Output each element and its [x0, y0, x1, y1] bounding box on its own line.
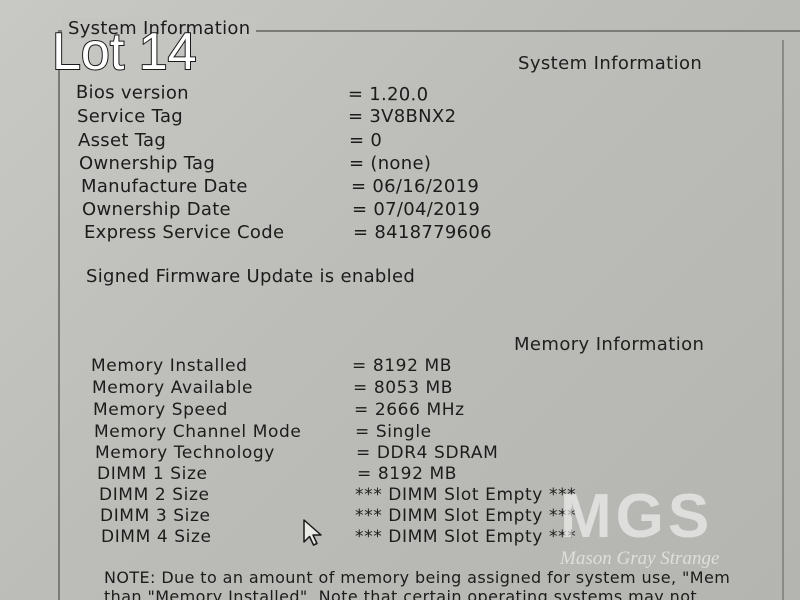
row-label: Ownership Tag: [79, 153, 216, 174]
row-label: Memory Installed: [91, 356, 248, 376]
watermark-name: Mason Gray Strange: [560, 548, 720, 569]
row-value: = 3V8BNX2: [348, 106, 457, 127]
row-value: = 8192 MB: [352, 356, 453, 376]
row-label: DIMM 3 Size: [100, 506, 211, 526]
group-box-right-border: [782, 40, 784, 600]
bios-screen: System Information System Information Bi…: [0, 0, 800, 600]
memory-note-line-1: NOTE: Due to an amount of memory being a…: [104, 568, 731, 587]
row-label: DIMM 1 Size: [97, 464, 208, 484]
row-value: = 2666 MHz: [354, 400, 465, 420]
row-value: = 06/16/2019: [351, 176, 480, 197]
watermark-logo: MGS: [560, 482, 714, 551]
row-value: *** DIMM Slot Empty ***: [355, 485, 577, 505]
system-info-title: System Information: [518, 53, 703, 74]
memory-info-title: Memory Information: [514, 334, 705, 355]
memory-note-line-2: than "Memory Installed". Note that certa…: [104, 587, 698, 600]
row-value: = 8418779606: [353, 222, 492, 243]
row-value: = 07/04/2019: [352, 199, 481, 220]
mouse-pointer-icon: [303, 519, 322, 546]
row-label: DIMM 2 Size: [99, 485, 210, 505]
memory-note: NOTE: Due to an amount of memory being a…: [104, 568, 800, 600]
row-label: Bios version: [75, 82, 189, 104]
row-value: *** DIMM Slot Empty ***: [355, 506, 577, 526]
row-label: Memory Available: [92, 378, 254, 398]
row-label: Service Tag: [77, 106, 184, 127]
row-label: Memory Channel Mode: [94, 422, 302, 442]
row-value: *** DIMM Slot Empty ***: [355, 527, 577, 547]
row-value: = 1.20.0: [347, 83, 429, 106]
row-value: = 8053 MB: [353, 378, 454, 398]
lot-label: Lot 14: [51, 23, 198, 81]
row-value: = 0: [349, 130, 383, 151]
row-label: Memory Technology: [95, 443, 275, 463]
row-value: = Single: [355, 422, 432, 442]
row-label: Memory Speed: [93, 400, 229, 420]
row-value: = 8192 MB: [357, 464, 458, 484]
row-label: Express Service Code: [84, 222, 285, 243]
firmware-status: Signed Firmware Update is enabled: [86, 266, 416, 287]
row-value: = DDR4 SDRAM: [356, 443, 499, 463]
watermark: MGS Mason Gray Strange: [560, 486, 760, 570]
row-value: = (none): [349, 153, 432, 174]
row-label: Ownership Date: [82, 199, 231, 220]
row-label: Asset Tag: [78, 130, 167, 151]
row-label: DIMM 4 Size: [101, 527, 212, 547]
row-label: Manufacture Date: [81, 176, 248, 197]
